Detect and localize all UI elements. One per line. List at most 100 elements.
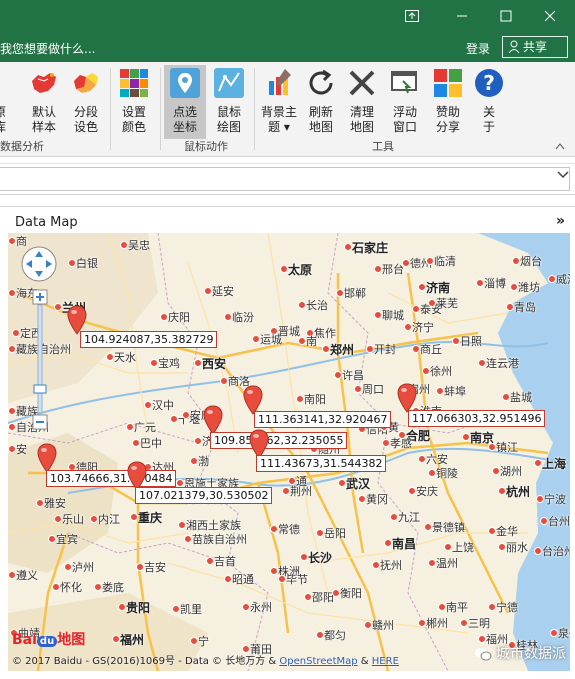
city-dot <box>126 423 134 431</box>
city-dot <box>358 495 366 503</box>
segment-color-button[interactable]: 分段 设色 <box>66 65 106 139</box>
pick-coordinate-button[interactable]: 点选 坐标 <box>164 65 206 139</box>
city-label: 台治州 <box>542 545 570 558</box>
city-dot <box>436 387 444 395</box>
city-dot <box>54 303 62 311</box>
city-label: 开封 <box>374 343 396 356</box>
minimize-button[interactable] <box>442 0 482 32</box>
city-dot <box>288 477 296 485</box>
city-dot <box>8 445 16 453</box>
ribbon-button-partial[interactable]: 原 库 <box>0 65 8 139</box>
city-label: 徐州 <box>430 365 452 378</box>
city-label: 抚州 <box>380 559 402 572</box>
map-marker-pin-icon[interactable] <box>202 405 224 435</box>
formula-bar <box>0 163 575 195</box>
panel-title: Data Map <box>15 215 78 230</box>
mouse-draw-button[interactable]: 鼠标 绘图 <box>208 65 250 139</box>
wechat-icon <box>474 648 492 661</box>
city-dot <box>220 377 228 385</box>
city-dot <box>8 407 16 415</box>
city-dot <box>428 469 436 477</box>
city-label: 汉中 <box>152 399 174 412</box>
watermark: 城市数据派 <box>474 643 566 663</box>
chevron-down-icon[interactable] <box>556 169 570 179</box>
city-label: 景德镇 <box>432 521 465 534</box>
set-color-button[interactable]: 设置 颜色 <box>114 65 154 139</box>
city-label: 邯郸 <box>344 287 366 300</box>
background-theme-button[interactable]: 背景主题 ▾ <box>256 65 302 139</box>
float-window-button[interactable]: 浮动 窗口 <box>384 65 426 139</box>
city-dot <box>506 303 514 311</box>
city-label: 济宁 <box>412 321 434 334</box>
refresh-map-button[interactable]: 刷新 地图 <box>302 65 340 139</box>
zoom-slider[interactable] <box>32 289 48 431</box>
collapse-ribbon-icon[interactable] <box>555 142 565 150</box>
city-dot <box>418 619 426 627</box>
city-dot <box>204 287 212 295</box>
city-dot <box>488 443 496 451</box>
china-map-red-icon <box>32 73 56 93</box>
city-dot <box>498 487 506 495</box>
location-pin-icon <box>170 68 200 98</box>
city-label: 台州 <box>548 515 570 528</box>
login-link[interactable]: 登录 <box>466 40 490 57</box>
share-label: 共享 <box>523 40 548 54</box>
city-dot <box>428 299 436 307</box>
map-marker-pin-icon[interactable] <box>396 383 418 413</box>
city-dot <box>252 335 260 343</box>
city-label: 延安 <box>212 285 234 298</box>
here-link[interactable]: HERE <box>372 656 399 667</box>
marker-coordinate-label: 111.43673,31.544382 <box>256 455 387 472</box>
city-dot <box>282 487 290 495</box>
city-label: 淄博 <box>484 277 506 290</box>
city-label: 上海 <box>542 457 567 471</box>
city-label: 永州 <box>250 601 272 614</box>
city-dot <box>492 467 500 475</box>
city-dot <box>172 605 180 613</box>
city-dot <box>130 513 138 521</box>
city-label: 商丘 <box>420 343 442 356</box>
city-label: 昭通 <box>232 573 254 586</box>
tell-me-input[interactable]: 我您想要做什么... <box>0 40 95 57</box>
share-button[interactable]: 共享 <box>502 36 568 58</box>
city-dot <box>64 563 72 571</box>
color-grid-icon <box>120 69 148 97</box>
city-dot <box>8 423 16 431</box>
city-dot <box>298 301 306 309</box>
pan-control[interactable] <box>20 245 58 283</box>
formula-input[interactable] <box>0 167 570 191</box>
maximize-icon <box>500 10 512 22</box>
expand-panel-icon[interactable]: » <box>556 213 565 229</box>
city-label: 连云港 <box>486 357 519 370</box>
clear-map-button[interactable]: 清理 地图 <box>342 65 382 139</box>
city-dot <box>48 535 56 543</box>
city-dot <box>336 289 344 297</box>
city-label: 巴中 <box>140 437 162 450</box>
sponsor-share-button[interactable]: 赞助 分享 <box>426 65 470 139</box>
about-button[interactable]: ? 关于 <box>470 65 508 139</box>
baidu-map[interactable]: 吴忠太原石家庄德州烟台白银邢台临清威海海东兰州延安邯郸济南淄博潍坊庆阳长治临汾聊… <box>8 233 570 671</box>
city-dot <box>322 345 330 353</box>
city-label: 杭州 <box>506 485 531 499</box>
default-sample-button[interactable]: 默认 样本 <box>22 65 66 139</box>
city-label: 南 <box>306 335 317 348</box>
city-dot <box>424 523 432 531</box>
city-label: 临汾 <box>232 311 254 324</box>
city-label: 潍坊 <box>518 281 540 294</box>
city-dot <box>194 359 202 367</box>
city-label: 金华 <box>496 525 518 538</box>
city-label: 临清 <box>434 255 456 268</box>
ribbon-display-options-button[interactable] <box>392 0 432 32</box>
close-button[interactable] <box>530 0 570 32</box>
city-label: 渤 <box>198 455 209 468</box>
city-dot <box>478 359 486 367</box>
ribbon-separator <box>254 68 255 150</box>
openstreetmap-link[interactable]: OpenStreetMap <box>279 656 357 667</box>
city-label: 重庆 <box>138 511 163 525</box>
city-label: 烟台 <box>520 255 542 268</box>
map-marker-pin-icon[interactable] <box>36 443 58 473</box>
city-dot <box>344 243 352 251</box>
maximize-button[interactable] <box>486 0 526 32</box>
city-dot <box>460 619 468 627</box>
sponsor-icon <box>434 69 462 97</box>
